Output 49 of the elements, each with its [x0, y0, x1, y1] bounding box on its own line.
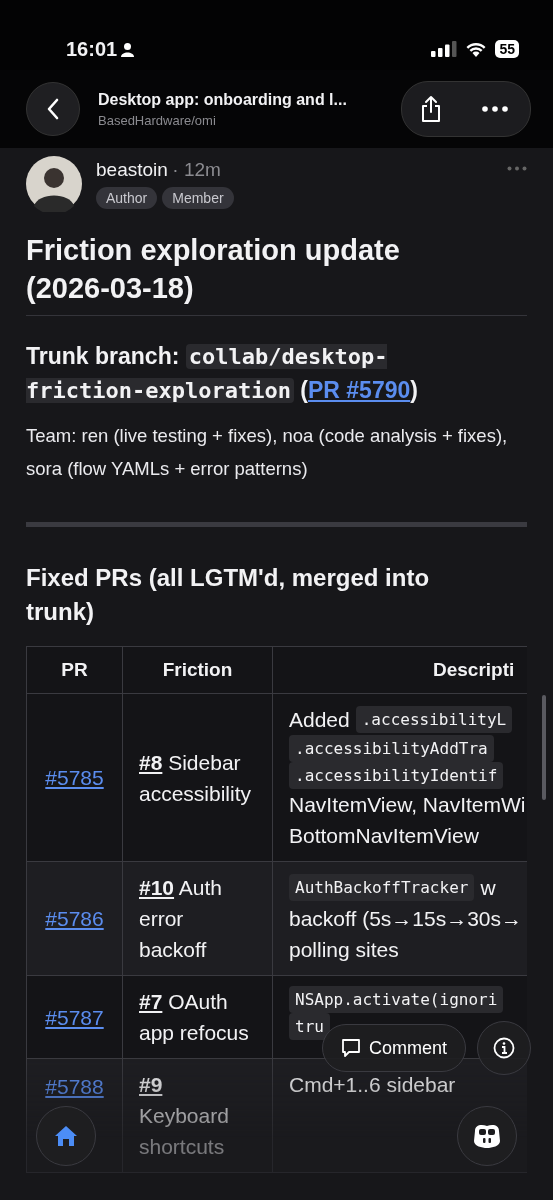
- repo-name: BasedHardware/omi: [98, 112, 217, 128]
- code-snippet: .accessibilityL: [355, 706, 513, 734]
- role-badge: Author: [96, 187, 158, 209]
- robot-icon: [472, 1123, 502, 1149]
- team-text: Team: ren (live testing + fixes), noa (code analysis + fixes), sora (flow YAMLs + error patterns): [26, 424, 509, 482]
- code-snippet: .accessibilityAddTra: [289, 735, 494, 763]
- issue-link[interactable]: #8: [139, 750, 163, 774]
- avatar[interactable]: [26, 156, 82, 212]
- signal-icon: [431, 41, 458, 57]
- description-text: w: [480, 875, 496, 902]
- pr-link[interactable]: #5786: [45, 903, 104, 935]
- pr-link[interactable]: #5785: [45, 762, 104, 794]
- code-snippet: NSApp.activate(ignori: [289, 986, 504, 1014]
- more-icon[interactable]: [482, 106, 508, 112]
- comment-heading: Friction exploration update (2026-03-18): [26, 233, 401, 306]
- description-text: BottomNavItemView: [289, 823, 479, 850]
- issue-link[interactable]: #10: [139, 876, 175, 900]
- description-text: backoff (5s→15s→30s→: [289, 906, 523, 933]
- code-snippet: .accessibilityIdentif: [289, 762, 504, 790]
- friction-text: #7 OAuth app refocus: [139, 989, 250, 1047]
- back-icon: [46, 98, 60, 120]
- wifi-icon: [465, 41, 488, 57]
- battery-indicator: 55: [495, 40, 519, 58]
- pr-link[interactable]: #5787: [45, 1001, 104, 1033]
- role-badge: Member: [162, 187, 234, 209]
- pr-link[interactable]: #5788: [45, 1071, 104, 1103]
- comment-button[interactable]: Comment: [322, 1024, 467, 1072]
- issue-title: Desktop app: onboarding and l...: [98, 90, 348, 109]
- author-name[interactable]: beastoin: [96, 159, 168, 180]
- code-snippet: AuthBackoffTracker: [289, 874, 475, 902]
- description-text: Cmd+1..6 sidebar: [289, 1072, 456, 1099]
- friction-text: #8 Sidebar accessibility: [139, 749, 253, 807]
- section-heading: Fixed PRs (all LGTM'd, merged into trunk): [26, 562, 431, 628]
- branch-heading: Trunk branch: collab/desktop-friction-exploration (PR #5790): [26, 342, 419, 405]
- issue-link[interactable]: #7: [139, 990, 163, 1014]
- home-icon: [54, 1125, 78, 1147]
- back-button[interactable]: [26, 82, 80, 136]
- status-time: 16:01: [66, 37, 118, 61]
- description-text: polling sites: [289, 937, 399, 964]
- description-text: Added: [289, 707, 350, 734]
- issue-link[interactable]: #9: [139, 1073, 163, 1097]
- comment-age: · 12m: [172, 159, 221, 180]
- info-icon: [493, 1037, 515, 1059]
- share-icon[interactable]: [420, 95, 442, 123]
- friction-text: #10 Auth error backoff: [139, 875, 223, 964]
- comment-icon: [341, 1038, 361, 1058]
- friction-text: #9 Keyboard shortcuts: [139, 1072, 230, 1161]
- description-text: NavItemView, NavItemWi: [289, 792, 526, 819]
- person-icon: [120, 41, 136, 57]
